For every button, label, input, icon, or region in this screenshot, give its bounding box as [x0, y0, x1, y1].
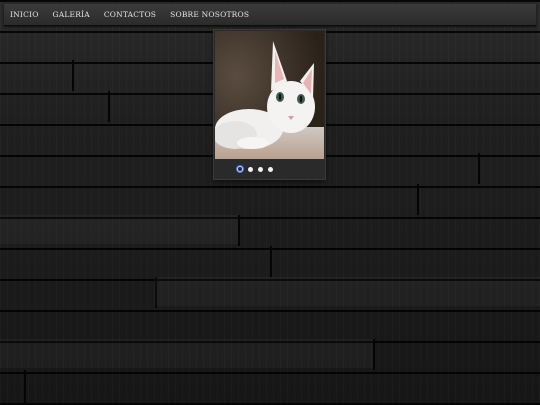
- image-slider: [214, 30, 325, 179]
- slider-dot-4[interactable]: [267, 166, 273, 172]
- plank-seam: [72, 60, 74, 91]
- nav-item-contactos[interactable]: CONTACTOS: [104, 10, 156, 19]
- slider-dot-1[interactable]: [236, 166, 243, 172]
- slider-pagination: [214, 161, 325, 177]
- main-nav: INICIO GALERÍA CONTACTOS SOBRE NOSOTROS: [4, 4, 536, 26]
- plank-highlight: [0, 339, 373, 368]
- plank-seam: [108, 91, 110, 122]
- nav-item-sobre-nosotros[interactable]: SOBRE NOSOTROS: [170, 10, 249, 19]
- plank-seam: [24, 370, 26, 405]
- slider-dot-2[interactable]: [247, 166, 253, 172]
- white-kitten-photo: [215, 31, 324, 159]
- plank-highlight: [0, 215, 238, 244]
- plank-seam: [417, 184, 419, 215]
- plank-seam: [270, 246, 272, 277]
- plank-seam: [373, 339, 375, 370]
- plank-seam: [478, 153, 480, 184]
- slide-image[interactable]: [215, 31, 324, 159]
- nav-item-inicio[interactable]: INICIO: [10, 10, 39, 19]
- plank-highlight: [155, 277, 540, 306]
- slider-dot-3[interactable]: [257, 166, 263, 172]
- nav-item-galeria[interactable]: GALERÍA: [53, 10, 90, 19]
- plank-seam: [238, 215, 240, 246]
